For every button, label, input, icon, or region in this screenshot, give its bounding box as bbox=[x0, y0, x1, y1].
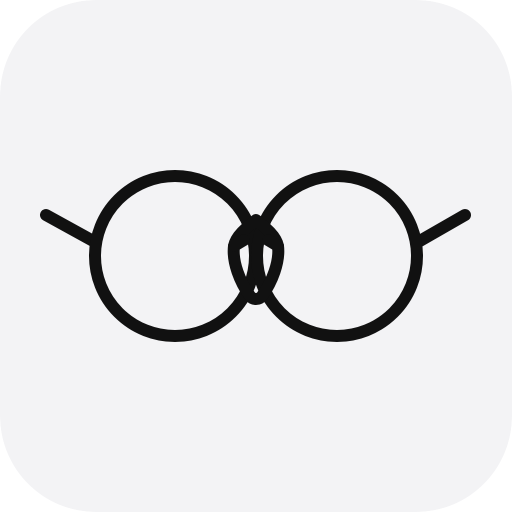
app-icon-page bbox=[0, 0, 512, 512]
nose-pad-left bbox=[228, 234, 250, 252]
glasses-icon bbox=[0, 0, 512, 512]
nose-pad-right bbox=[262, 234, 284, 252]
app-icon-tile bbox=[0, 0, 512, 512]
